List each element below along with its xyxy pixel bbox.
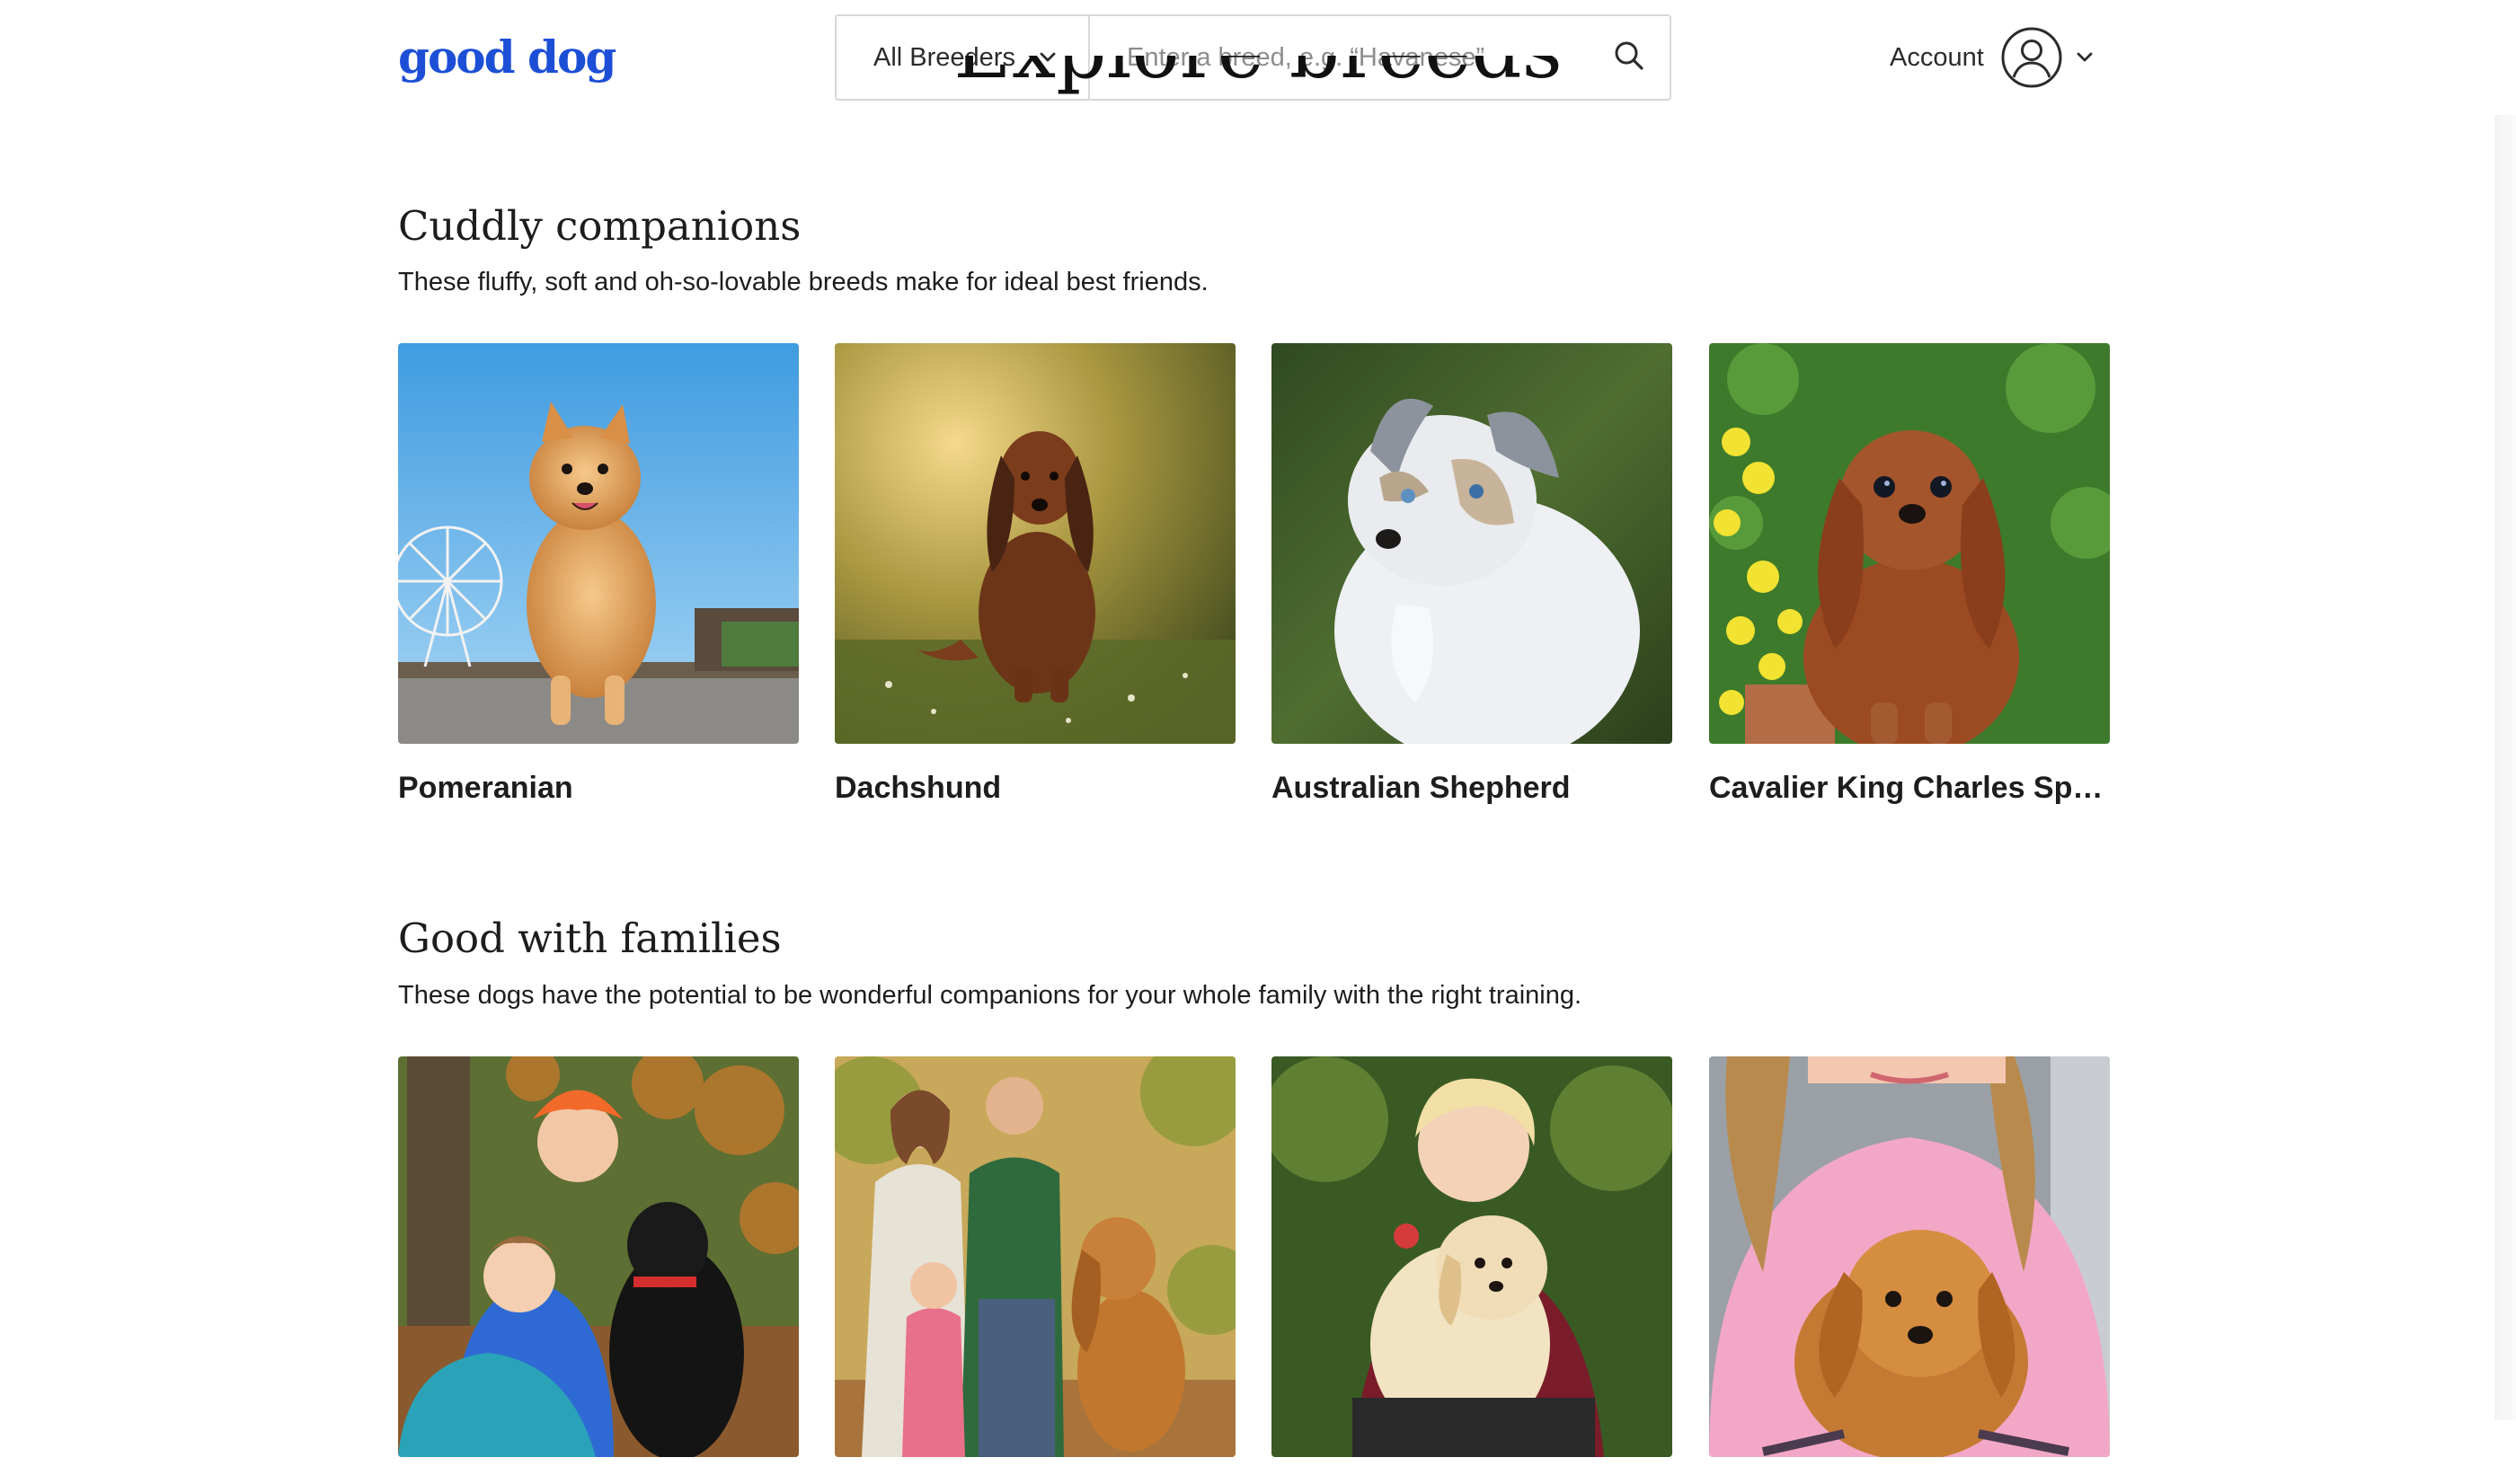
breed-photo: [398, 343, 799, 744]
section-description-families: These dogs have the potential to be wond…: [398, 981, 1582, 1010]
breed-photo: [1709, 1056, 2110, 1457]
breed-name: Australian Shepherd: [1271, 771, 1571, 805]
section-title-cuddly: Cuddly companions: [398, 202, 802, 250]
account-menu[interactable]: Account: [1890, 23, 2094, 92]
site-header: good dog All Breeders Account: [0, 0, 2516, 115]
user-circle-icon: [2000, 26, 2063, 89]
page-scrollbar[interactable]: [2495, 0, 2516, 1420]
breed-photo: [398, 1056, 799, 1457]
search-bar: All Breeders: [835, 14, 1671, 101]
breed-photo: [1271, 343, 1672, 744]
breed-card-dachshund[interactable]: Dachshund: [835, 343, 1236, 806]
section-title-families: Good with families: [398, 914, 782, 962]
breed-search-input[interactable]: [1090, 15, 1589, 100]
chevron-down-icon: [1039, 51, 1057, 64]
breed-name: Cavalier King Charles Spa...: [1709, 771, 2110, 805]
breed-photo: [835, 343, 1236, 744]
account-label: Account: [1890, 42, 1984, 72]
page: good dog All Breeders Account: [0, 0, 2516, 1457]
section-description-cuddly: These fluffy, soft and oh-so-lovable bre…: [398, 268, 1209, 296]
breed-name: Dachshund: [835, 771, 1002, 805]
breed-card-australian-shepherd[interactable]: Australian Shepherd: [1271, 343, 1672, 806]
logo[interactable]: good dog: [398, 31, 616, 84]
breed-photo: [1709, 343, 2110, 744]
breeders-filter-label: All Breeders: [873, 42, 1015, 72]
chevron-down-icon: [2076, 51, 2094, 64]
breed-photo: [1271, 1056, 1672, 1457]
breed-card-pomeranian[interactable]: Pomeranian: [398, 343, 799, 806]
breed-card-cavalier-king-charles-spaniel[interactable]: Cavalier King Charles Spa...: [1709, 343, 2110, 806]
breed-name: Pomeranian: [398, 771, 573, 805]
breed-photo: [835, 1056, 1236, 1457]
breeders-filter-dropdown[interactable]: All Breeders: [837, 16, 1090, 99]
search-button[interactable]: [1589, 16, 1670, 99]
search-icon: [1613, 40, 1645, 76]
